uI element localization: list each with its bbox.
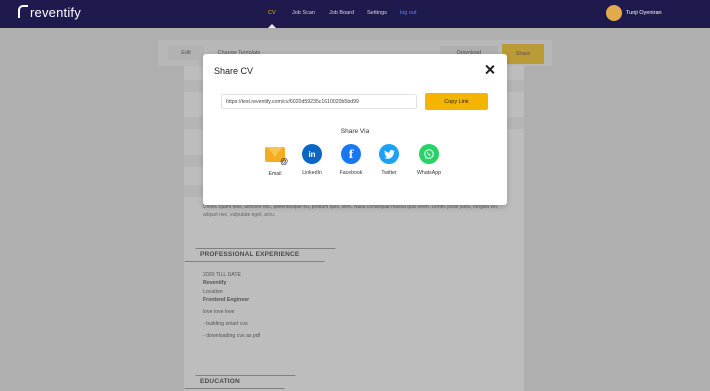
- share-cv-modal: Share CV https://test.reventify.com/cv/6…: [203, 54, 507, 205]
- twitter-icon: [379, 144, 399, 164]
- nav-links: CV Job Scan Job Board Settings log out: [268, 10, 417, 16]
- linkedin-icon: in: [302, 144, 322, 164]
- share-option-label: Email: [268, 171, 282, 177]
- facebook-icon: f: [341, 144, 361, 164]
- whatsapp-icon: [419, 144, 439, 164]
- top-nav-bar: reventify CV Job Scan Job Board Settings…: [0, 0, 710, 28]
- logo[interactable]: reventify: [18, 5, 81, 20]
- modal-title: Share CV: [214, 66, 254, 76]
- share-option-label: WhatsApp: [417, 170, 441, 176]
- logo-text: reventify: [30, 5, 81, 20]
- user-name[interactable]: Tunji Oyeniran: [626, 10, 662, 16]
- share-url-field[interactable]: https://test.reventify.com/cv/6020d59235…: [221, 94, 417, 109]
- share-facebook-option[interactable]: f Facebook: [331, 144, 371, 176]
- copy-link-button[interactable]: Copy Link: [425, 93, 488, 110]
- email-icon: @: [265, 147, 288, 166]
- share-via-label: Share Via: [340, 128, 370, 135]
- share-option-label: Twitter: [381, 170, 397, 176]
- nav-link-job-board[interactable]: Job Board: [329, 10, 367, 16]
- nav-link-logout[interactable]: log out: [400, 10, 417, 16]
- logo-mark-icon: [18, 5, 28, 18]
- share-whatsapp-option[interactable]: WhatsApp: [409, 144, 449, 176]
- nav-link-cv[interactable]: CV: [268, 10, 292, 16]
- share-option-label: Facebook: [339, 170, 363, 176]
- nav-link-job-scan[interactable]: Job Scan: [292, 10, 329, 16]
- avatar[interactable]: [606, 5, 622, 21]
- share-option-label: LinkedIn: [302, 170, 322, 176]
- close-icon[interactable]: [484, 64, 495, 75]
- share-email-option[interactable]: @ Email: [255, 144, 295, 177]
- share-linkedin-option[interactable]: in LinkedIn: [292, 144, 332, 176]
- share-twitter-option[interactable]: Twitter: [369, 144, 409, 176]
- nav-link-settings[interactable]: Settings: [367, 10, 400, 16]
